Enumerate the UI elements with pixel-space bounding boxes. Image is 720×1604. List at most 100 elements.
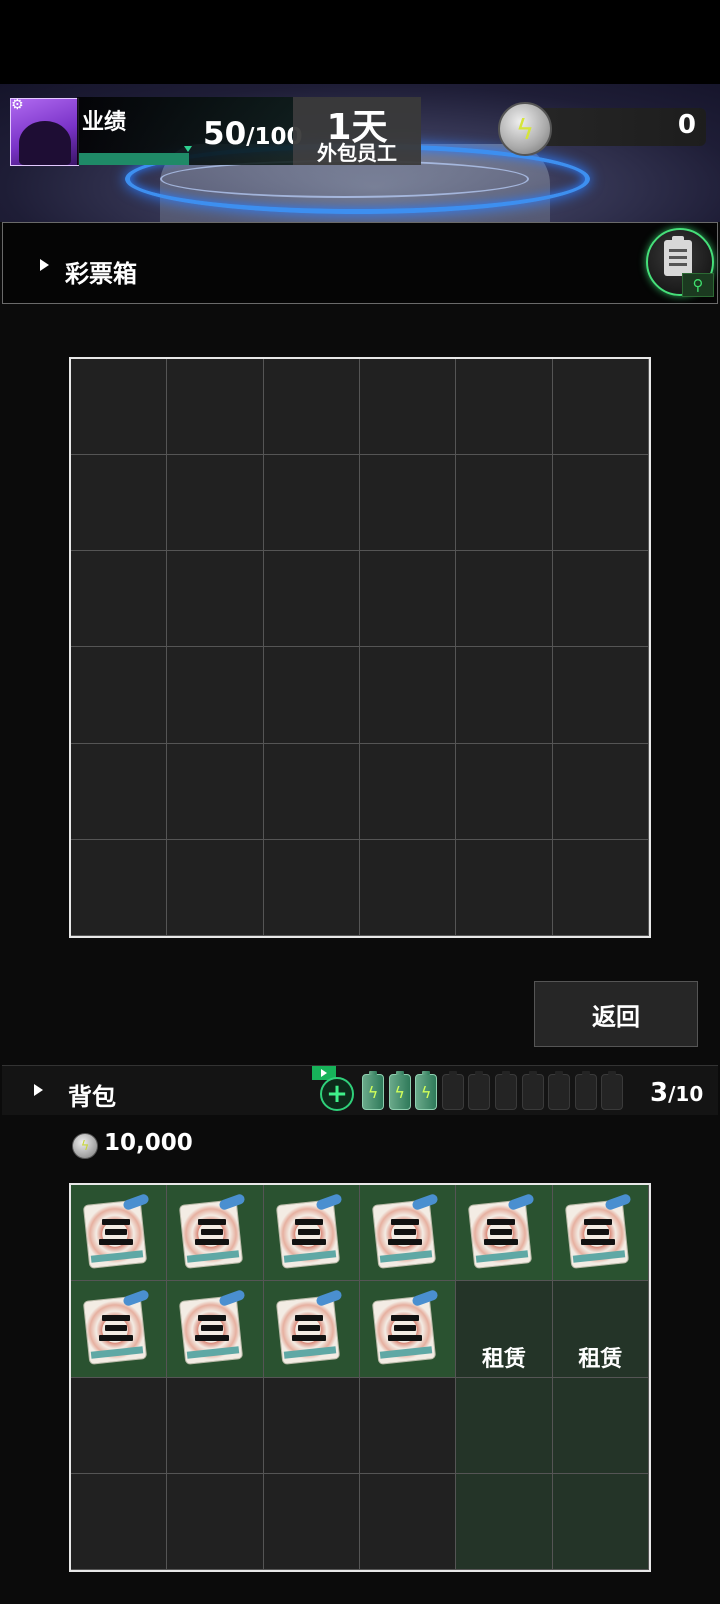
rent-slot[interactable] (456, 1377, 553, 1474)
lottery-slot[interactable] (456, 551, 553, 648)
lottery-ticket-icon (179, 1192, 247, 1268)
lottery-slot[interactable] (360, 743, 457, 840)
performance-count: 50/100 (203, 116, 303, 152)
performance-current: 50 (203, 116, 247, 152)
lottery-slot[interactable] (71, 743, 168, 840)
battery-full-icon: ϟ (362, 1071, 384, 1110)
money-value: 10,000 (104, 1130, 193, 1156)
lottery-slot[interactable] (71, 359, 168, 456)
lottery-slot[interactable] (360, 359, 457, 456)
backpack-grid: 租赁4万/天租赁8万/天 (69, 1183, 651, 1572)
lottery-slot[interactable] (552, 551, 649, 648)
lottery-ticket-icon (468, 1192, 536, 1268)
lightning-coin-icon: ϟ (72, 1133, 98, 1159)
backpack-slot-empty[interactable] (71, 1473, 168, 1570)
lottery-slot[interactable] (456, 839, 553, 936)
rent-slot[interactable]: 租赁4万/天 (456, 1281, 553, 1408)
lottery-ticket-icon (276, 1289, 343, 1365)
lottery-slot[interactable] (167, 551, 264, 648)
lottery-slot[interactable] (456, 647, 553, 744)
backpack-slot-item[interactable] (167, 1185, 264, 1282)
lottery-slot[interactable] (360, 455, 457, 552)
clipboard-icon (664, 236, 692, 276)
lottery-slot[interactable] (360, 647, 457, 744)
battery-empty-icon (574, 1071, 597, 1110)
lottery-slot[interactable] (552, 743, 649, 840)
backpack-title: 背包 (68, 1083, 116, 1111)
backpack-slot-empty[interactable] (167, 1473, 264, 1570)
battery-empty-icon (495, 1071, 517, 1110)
lottery-slot[interactable] (167, 839, 264, 936)
backpack-capacity: 3/10 (650, 1078, 703, 1108)
rent-slot[interactable]: 租赁8万/天 (552, 1281, 649, 1408)
performance-progress-bar (79, 153, 189, 165)
backpack-slot-item[interactable] (456, 1185, 553, 1282)
lottery-slot[interactable] (552, 455, 649, 552)
backpack-slot-empty[interactable] (167, 1377, 264, 1474)
capacity-max: /10 (668, 1082, 704, 1106)
lottery-slot[interactable] (167, 455, 264, 552)
lottery-slot[interactable] (552, 839, 649, 936)
capacity-current: 3 (650, 1078, 669, 1108)
lottery-ticket-icon (565, 1192, 632, 1268)
lottery-slot[interactable] (263, 647, 360, 744)
lottery-slot[interactable] (456, 359, 553, 456)
lottery-slot[interactable] (167, 647, 264, 744)
backpack-slot-empty[interactable] (71, 1377, 168, 1474)
rent-slot[interactable] (552, 1473, 649, 1570)
battery-empty-icon (548, 1071, 571, 1110)
backpack-slot-item[interactable] (552, 1185, 649, 1282)
performance-label: 业绩 (82, 110, 127, 135)
lottery-slot[interactable] (456, 455, 553, 552)
gear-icon[interactable]: ⚙ (11, 97, 27, 113)
coin-value: 0 (677, 110, 696, 140)
battery-empty-icon (521, 1071, 544, 1110)
battery-empty-icon (601, 1071, 624, 1110)
lottery-slot[interactable] (263, 455, 360, 552)
lottery-slot[interactable] (263, 839, 360, 936)
lottery-slot[interactable] (360, 839, 457, 936)
backpack-slot-item[interactable] (360, 1185, 457, 1282)
lightning-coin-icon: ϟ (498, 102, 552, 156)
backpack-slot-item[interactable] (263, 1185, 360, 1282)
backpack-slot-empty[interactable] (360, 1377, 457, 1474)
backpack-slot-item[interactable] (71, 1185, 168, 1282)
expand-triangle-icon[interactable] (34, 1084, 43, 1096)
avatar-silhouette (19, 121, 71, 165)
lottery-slot[interactable] (263, 359, 360, 456)
lottery-slot[interactable] (71, 455, 168, 552)
backpack-slot-item[interactable] (71, 1281, 168, 1378)
lottery-slot[interactable] (71, 551, 168, 648)
employee-type: 外包员工 (317, 141, 397, 165)
lottery-slot[interactable] (263, 551, 360, 648)
lottery-slot[interactable] (167, 743, 264, 840)
lottery-ticket-icon (83, 1192, 150, 1268)
battery-empty-icon (441, 1071, 464, 1110)
lottery-slot[interactable] (71, 647, 168, 744)
backpack-slot-item[interactable] (360, 1281, 457, 1378)
lottery-slot[interactable] (552, 359, 649, 456)
lottery-slot[interactable] (263, 743, 360, 840)
rent-slot[interactable] (552, 1377, 649, 1474)
lottery-ticket-icon (83, 1289, 150, 1365)
rent-slot[interactable] (456, 1473, 553, 1570)
lottery-ticket-icon (372, 1289, 439, 1365)
backpack-slot-empty[interactable] (263, 1473, 360, 1570)
add-capacity-button[interactable]: + (320, 1077, 354, 1111)
lottery-slot[interactable] (456, 743, 553, 840)
backpack-slot-item[interactable] (263, 1281, 360, 1378)
battery-full-icon: ϟ (415, 1071, 438, 1110)
lottery-slot[interactable] (360, 551, 457, 648)
backpack-slot-empty[interactable] (360, 1473, 457, 1570)
battery-empty-icon (468, 1071, 491, 1110)
rent-label: 租赁 (578, 1347, 623, 1373)
backpack-slot-item[interactable] (167, 1281, 264, 1378)
backpack-slot-empty[interactable] (263, 1377, 360, 1474)
battery-full-icon: ϟ (388, 1071, 411, 1110)
back-button[interactable]: 返回 (534, 981, 698, 1047)
lottery-slot[interactable] (552, 647, 649, 744)
lottery-slot[interactable] (71, 839, 168, 936)
rent-label: 租赁 (481, 1347, 526, 1373)
lottery-slot[interactable] (167, 359, 264, 456)
expand-triangle-icon[interactable] (40, 259, 49, 271)
